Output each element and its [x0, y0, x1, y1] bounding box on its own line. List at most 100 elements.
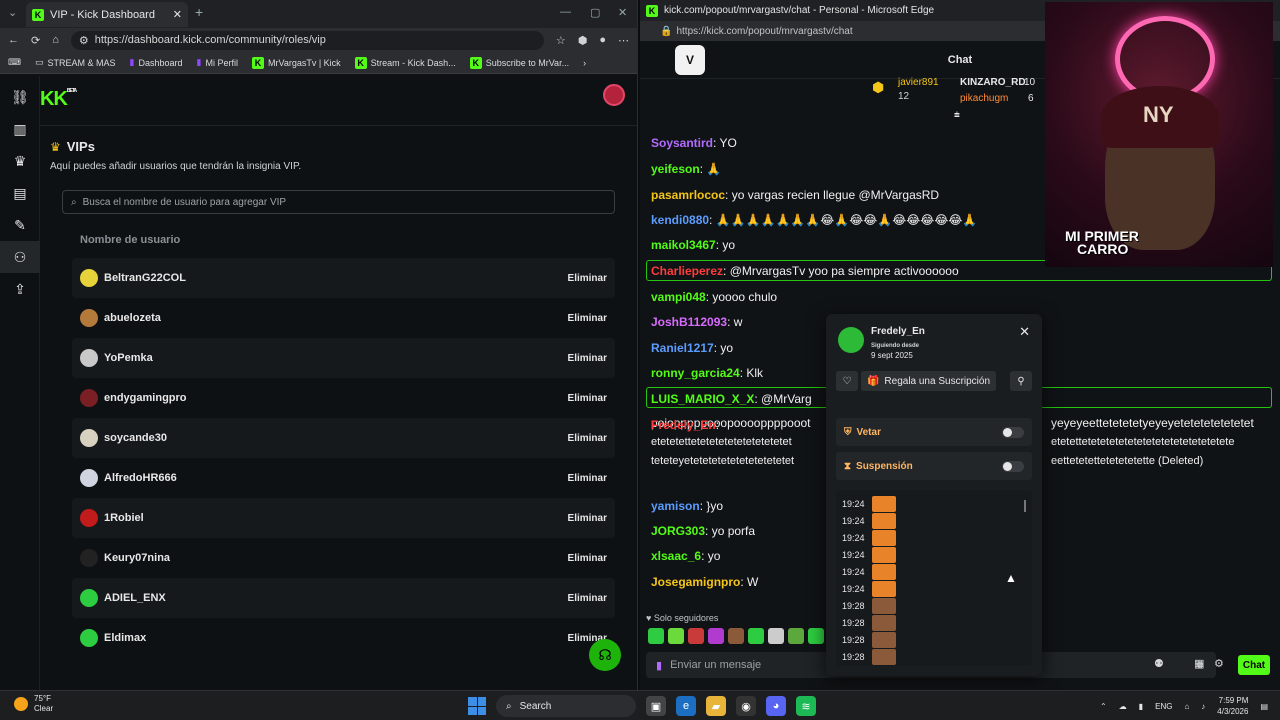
chat-username[interactable]: Josegamignpro [651, 575, 740, 589]
reload-icon[interactable]: ⟳ [31, 34, 40, 47]
emote-icon[interactable] [688, 628, 704, 644]
gift-sub-button[interactable]: 🎁 Regala una Suscripción [861, 371, 996, 391]
chat-username[interactable]: yeifeson [651, 162, 700, 176]
profile-icon[interactable]: ● [599, 34, 606, 46]
volume-icon[interactable]: ♪ [1201, 702, 1205, 711]
discord-icon[interactable]: ◕ [766, 696, 786, 716]
chat-username[interactable]: maikol3467 [651, 238, 716, 252]
bookmark-folder-icon[interactable]: ⌨ [8, 57, 21, 68]
remove-vip-button[interactable]: Eliminar [557, 393, 607, 404]
spotify-icon[interactable]: ≋ [796, 696, 816, 716]
task-view-icon[interactable]: ▣ [646, 696, 666, 716]
back-icon[interactable]: ← [8, 34, 19, 46]
emote-icon[interactable] [748, 628, 764, 644]
send-chat-button[interactable]: Chat [1238, 655, 1270, 675]
store-icon[interactable]: ▦ [1194, 657, 1204, 670]
remove-vip-button[interactable]: Eliminar [557, 553, 607, 564]
weather-widget[interactable]: 75°F Clear [14, 694, 53, 714]
tab-close-icon[interactable]: ✕ [173, 8, 182, 21]
obs-icon[interactable]: ◉ [736, 696, 756, 716]
tab-list-icon[interactable]: ⌄ [8, 6, 17, 19]
remove-vip-button[interactable]: Eliminar [557, 473, 607, 484]
close-window-icon[interactable]: ✕ [618, 6, 627, 19]
sidebar-link-icon[interactable]: ⛓ [0, 81, 40, 113]
vip-search-input[interactable]: ⌕ Busca el nombre de usuario para agrega… [62, 190, 615, 214]
tab-vip-dashboard[interactable]: K VIP - Kick Dashboard ✕ [26, 2, 188, 27]
chat-username[interactable]: Soysantird [651, 136, 713, 150]
sidebar-trophy-icon[interactable]: ♛ [0, 145, 40, 177]
mod-action-button[interactable]: ⚲ [1010, 371, 1032, 391]
chat-username[interactable]: LUIS_MARIO_X_X [651, 392, 754, 406]
notifications-icon[interactable]: ▤ [1260, 702, 1268, 711]
close-icon[interactable]: ✕ [1019, 324, 1030, 340]
emote-icon[interactable] [648, 628, 664, 644]
bookmark-3[interactable]: ▮ Mi Perfil [197, 57, 238, 68]
tray-overflow-icon[interactable]: ⌃ [1100, 702, 1107, 711]
mic-icon[interactable]: ▮ [656, 659, 662, 672]
chat-username[interactable]: vampi048 [651, 290, 706, 304]
sidebar-analytics-icon[interactable]: ▥ [0, 113, 40, 145]
chat-username[interactable]: pasamrlococ [651, 188, 725, 202]
remove-vip-button[interactable]: Eliminar [557, 313, 607, 324]
network-icon[interactable]: ⌂ [1184, 702, 1189, 711]
user-name[interactable]: Fredely_En [871, 326, 925, 337]
bookmark-2[interactable]: ▮ Dashboard [130, 57, 183, 68]
chat-username[interactable]: Charlieperez [651, 264, 723, 278]
remove-vip-button[interactable]: Eliminar [557, 513, 607, 524]
chat-username[interactable]: JORG303 [651, 524, 705, 538]
site-info-icon[interactable]: ⚙ [79, 34, 89, 47]
new-tab-icon[interactable]: + [195, 4, 203, 20]
channel-logo[interactable]: V [675, 45, 705, 75]
remove-vip-button[interactable]: Eliminar [557, 433, 607, 444]
emote-icon[interactable] [708, 628, 724, 644]
bookmark-4[interactable]: K MrVargasTv | Kick [251, 56, 341, 69]
taskbar-search[interactable]: ⌕ Search [496, 695, 636, 717]
clock[interactable]: 7:59 PM 4/3/2026 [1217, 695, 1248, 717]
maximize-icon[interactable]: ▢ [590, 6, 600, 19]
remove-vip-button[interactable]: Eliminar [557, 273, 607, 284]
leader-1-name[interactable]: javier891 [898, 77, 939, 88]
mic-icon[interactable]: ▮ [1139, 702, 1143, 711]
sidebar-upload-icon[interactable]: ⇪ [0, 273, 40, 305]
home-icon[interactable]: ⌂ [52, 34, 59, 46]
language-indicator[interactable]: ENG [1155, 702, 1172, 711]
edge-icon[interactable]: e [676, 696, 696, 716]
bookmarks-overflow-icon[interactable]: › [583, 58, 586, 68]
sidebar-community-icon[interactable]: ⚇ [0, 241, 40, 273]
emote-icon[interactable] [808, 628, 824, 644]
help-chat-button[interactable]: ☊ [589, 639, 621, 671]
chat-username[interactable]: kendi0880 [651, 213, 709, 227]
moderator-tools-icon[interactable]: ⚉ [1154, 657, 1164, 670]
kick-logo[interactable]: KKBETA [40, 88, 77, 111]
chat-username[interactable]: Raniel1217 [651, 341, 714, 355]
follow-button[interactable]: ♡ [836, 371, 858, 391]
bookmark-6[interactable]: K Subscribe to MrVar... [469, 56, 569, 69]
extensions-icon[interactable]: ⬢ [578, 34, 588, 47]
url-field[interactable]: ⚙ https://dashboard.kick.com/community/r… [70, 30, 544, 50]
chat-username[interactable]: Fredely_En [651, 418, 716, 432]
sidebar-tools-icon[interactable]: ✎ [0, 209, 40, 241]
log-scrollbar[interactable] [1024, 500, 1026, 512]
chat-username[interactable]: yamison [651, 499, 700, 513]
onedrive-icon[interactable]: ☁ [1119, 702, 1127, 711]
emote-icon[interactable] [728, 628, 744, 644]
settings-icon[interactable]: ⚙ [1214, 657, 1224, 670]
emote-icon[interactable] [668, 628, 684, 644]
bookmark-1[interactable]: ▭ STREAM & MAS [35, 57, 116, 68]
chat-username[interactable]: JoshB112093 [651, 315, 727, 329]
chat-username[interactable]: ronny_garcia24 [651, 366, 740, 380]
sidebar-video-icon[interactable]: ▤ [0, 177, 40, 209]
emote-icon[interactable] [788, 628, 804, 644]
start-button[interactable] [468, 697, 486, 715]
timeout-toggle[interactable] [1002, 460, 1024, 472]
file-explorer-icon[interactable]: ▰ [706, 696, 726, 716]
emote-icon[interactable] [768, 628, 784, 644]
ban-toggle[interactable] [1002, 426, 1024, 438]
remove-vip-button[interactable]: Eliminar [557, 593, 607, 604]
favorite-star-icon[interactable]: ☆ [556, 34, 566, 47]
remove-vip-button[interactable]: Eliminar [557, 353, 607, 364]
chat-username[interactable]: xlsaac_6 [651, 549, 701, 563]
user-avatar[interactable] [603, 84, 625, 106]
more-menu-icon[interactable]: ⋯ [618, 34, 629, 47]
leader-3-name[interactable]: pikachugm [960, 93, 1008, 104]
